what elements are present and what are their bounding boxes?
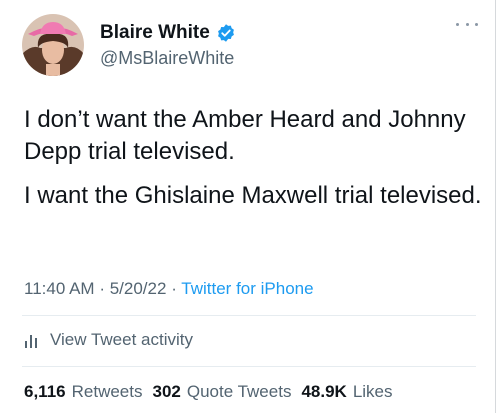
view-tweet-activity-label: View Tweet activity: [50, 330, 193, 349]
likes-stat[interactable]: 48.9K Likes: [301, 382, 392, 402]
tweet-meta: 11:40 AM · 5/20/22 · Twitter for iPhone: [24, 279, 314, 299]
retweets-count: 6,116: [24, 382, 66, 401]
likes-label: Likes: [352, 382, 393, 401]
tweet-paragraph: I want the Ghislaine Maxwell trial telev…: [24, 182, 482, 209]
card-border: [495, 0, 496, 413]
meta-separator: ·: [171, 279, 177, 298]
tweet-source-link[interactable]: Twitter for iPhone: [181, 279, 313, 298]
user-names: Blaire White @MsBlaireWhite: [100, 22, 236, 69]
tweet-stats: 6,116 Retweets 302 Quote Tweets 48.9K Li…: [24, 382, 393, 402]
divider: [22, 315, 476, 316]
verified-badge-icon: [217, 24, 234, 42]
quote-tweets-stat[interactable]: 302 Quote Tweets: [152, 382, 291, 402]
tweet-header: Blaire White @MsBlaireWhite: [22, 14, 478, 78]
tweet-text: I don’t want the Amber Heard and Johnny …: [24, 104, 484, 224]
avatar-image: [22, 14, 84, 76]
divider: [22, 366, 476, 367]
quote-tweets-count: 302: [152, 382, 181, 401]
user-handle[interactable]: @MsBlaireWhite: [100, 48, 236, 69]
likes-count: 48.9K: [301, 382, 347, 401]
tweet-card: Blaire White @MsBlaireWhite I don’t want…: [0, 0, 500, 413]
display-name[interactable]: Blaire White: [100, 22, 210, 44]
meta-separator: ·: [99, 279, 105, 298]
tweet-paragraph: I don’t want the Amber Heard and Johnny …: [24, 106, 466, 165]
avatar[interactable]: [22, 14, 84, 76]
tweet-time[interactable]: 11:40 AM: [24, 279, 95, 298]
display-name-row: Blaire White: [100, 22, 236, 44]
more-dot: [475, 22, 478, 26]
bar-chart-icon: [25, 335, 37, 348]
tweet-date[interactable]: 5/20/22: [110, 279, 167, 298]
more-dot: [465, 22, 469, 26]
more-options-icon[interactable]: [456, 16, 478, 32]
quote-tweets-label: Quote Tweets: [186, 382, 292, 401]
retweets-label: Retweets: [71, 382, 143, 401]
more-dot: [456, 22, 459, 26]
retweets-stat[interactable]: 6,116 Retweets: [24, 382, 142, 402]
view-tweet-activity-button[interactable]: View Tweet activity: [24, 330, 193, 350]
